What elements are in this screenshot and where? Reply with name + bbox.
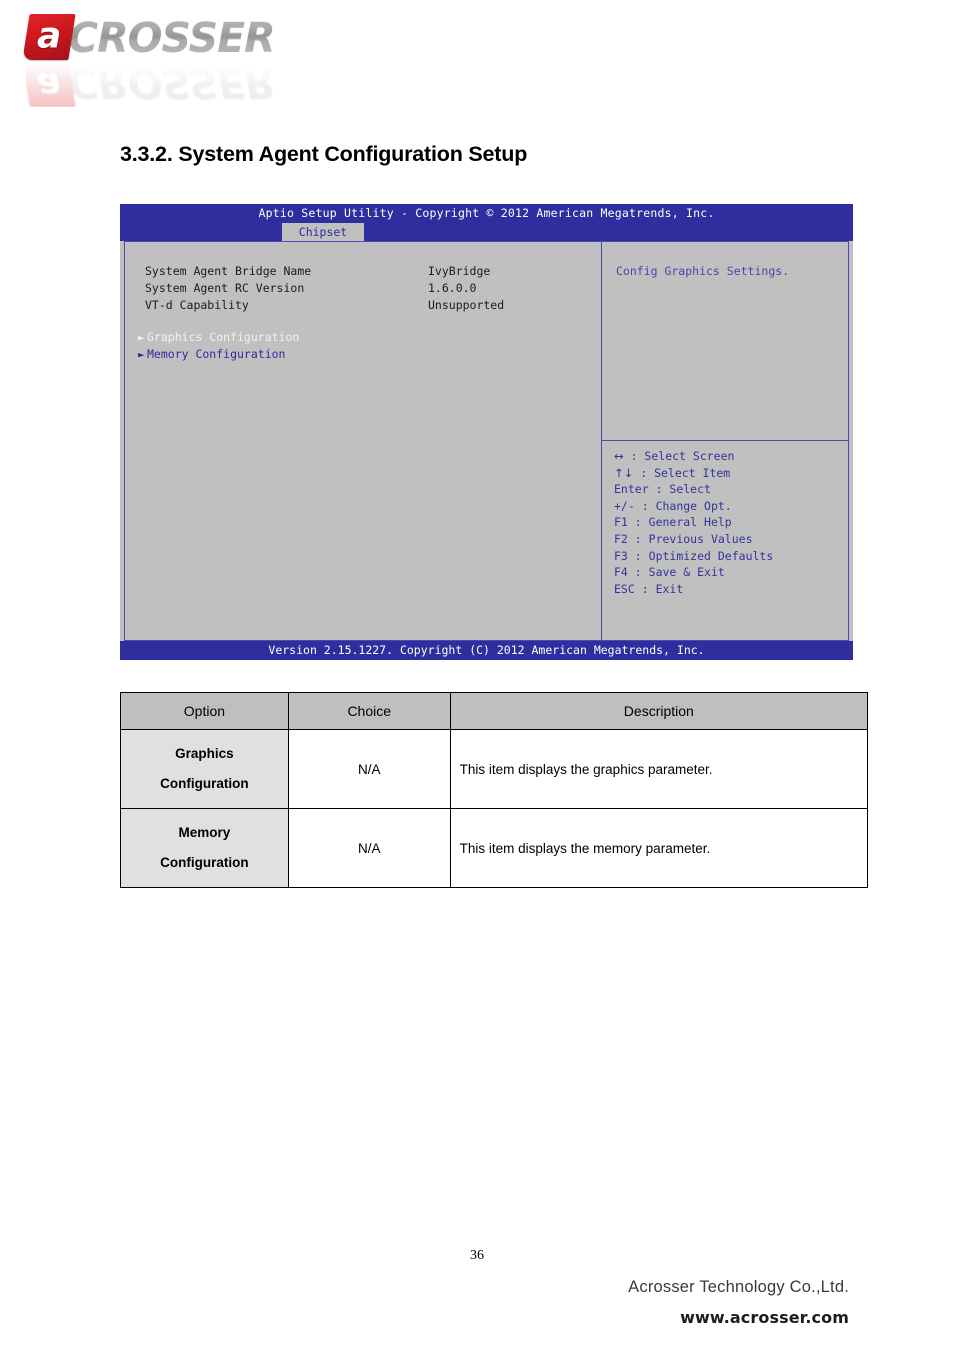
- key-hint-save-exit: F4 : Save & Exit: [614, 564, 773, 581]
- info-value: Unsupported: [428, 298, 505, 312]
- logo-reflection: a CROSSER: [22, 60, 275, 108]
- column-header-description: Description: [449, 692, 869, 730]
- key-action: : Save & Exit: [634, 565, 725, 580]
- key-hint-enter: Enter : Select: [614, 481, 773, 498]
- logo-a-mark: a: [22, 14, 76, 60]
- logo-a-letter-reflection: a: [36, 64, 62, 106]
- table-row: Memory Configuration N/A This item displ…: [120, 808, 869, 888]
- key-hint-previous-values: F2 : Previous Values: [614, 531, 773, 548]
- cell-description: This item displays the graphics paramete…: [449, 729, 869, 809]
- key-glyph: F2: [614, 531, 628, 546]
- bios-title-bar: Aptio Setup Utility - Copyright © 2012 A…: [120, 204, 853, 223]
- option-line-1: Graphics: [175, 746, 234, 761]
- menu-item-label: Graphics Configuration: [147, 330, 300, 344]
- key-action: : Select Item: [640, 465, 731, 480]
- key-hint-optimized-defaults: F3 : Optimized Defaults: [614, 548, 773, 565]
- menu-item-memory-configuration[interactable]: ► Memory Configuration: [138, 347, 285, 361]
- logo-a-letter: a: [36, 15, 62, 57]
- bios-version-bar: Version 2.15.1227. Copyright (C) 2012 Am…: [120, 641, 853, 660]
- cell-choice: N/A: [287, 729, 451, 809]
- option-line-2: Configuration: [160, 776, 249, 791]
- option-line-1: Memory: [178, 825, 231, 840]
- tab-chipset[interactable]: Chipset: [282, 223, 364, 241]
- info-row-bridge-name: System Agent Bridge Name IvyBridge: [145, 264, 490, 278]
- key-glyph: F1: [614, 515, 628, 530]
- table-row: Graphics Configuration N/A This item dis…: [120, 729, 869, 809]
- key-action: : Select: [655, 482, 711, 497]
- key-glyph: Enter: [614, 482, 649, 497]
- key-action: : Exit: [641, 581, 684, 596]
- key-glyph: ↑↓: [614, 465, 634, 480]
- logo-a-mark-reflection: a: [22, 61, 76, 107]
- company-logo: a CROSSER a CROSSER: [22, 13, 326, 108]
- bios-tab-bar: Chipset: [120, 223, 853, 241]
- help-divider: [602, 440, 848, 441]
- bios-help-pane: Config Graphics Settings. ↔ : Select Scr…: [602, 242, 848, 640]
- menu-item-label: Memory Configuration: [147, 347, 286, 361]
- keyboard-legend: ↔ : Select Screen ↑↓ : Select Item Enter…: [614, 448, 773, 597]
- key-hint-select-item: ↑↓ : Select Item: [614, 465, 773, 482]
- key-glyph: ESC: [614, 581, 635, 596]
- cell-choice: N/A: [287, 808, 451, 888]
- key-action: : General Help: [634, 515, 732, 530]
- key-hint-change-opt: +/- : Change Opt.: [614, 498, 773, 515]
- key-glyph: ↔: [614, 449, 624, 463]
- submenu-arrow-icon: ►: [138, 348, 145, 361]
- options-table: Option Choice Description Graphics Confi…: [120, 692, 869, 888]
- key-hint-general-help: F1 : General Help: [614, 514, 773, 531]
- info-row-rc-version: System Agent RC Version 1.6.0.0: [145, 281, 476, 295]
- info-label: System Agent Bridge Name: [145, 264, 312, 278]
- submenu-arrow-icon: ►: [138, 331, 145, 344]
- bios-body-panel: System Agent Bridge Name IvyBridge System…: [124, 241, 849, 641]
- table-header-row: Option Choice Description: [120, 692, 869, 730]
- help-description: Config Graphics Settings.: [616, 264, 790, 278]
- key-action: : Change Opt.: [641, 498, 732, 513]
- logo-main: a CROSSER: [22, 13, 276, 61]
- logo-wordmark: CROSSER: [68, 13, 276, 61]
- key-glyph: F4: [614, 565, 628, 580]
- key-action: : Select Screen: [630, 449, 735, 463]
- page-title: 3.3.2. System Agent Configuration Setup: [120, 142, 528, 166]
- column-header-choice: Choice: [287, 692, 451, 730]
- column-header-option: Option: [120, 692, 289, 730]
- logo-wordmark-reflection: CROSSER: [68, 60, 275, 108]
- cell-option: Memory Configuration: [120, 808, 289, 888]
- key-glyph: F3: [614, 548, 628, 563]
- info-row-vtd-capability: VT-d Capability Unsupported: [145, 298, 504, 312]
- info-value: IvyBridge: [428, 264, 491, 278]
- option-line-2: Configuration: [160, 855, 249, 870]
- cell-option: Graphics Configuration: [120, 729, 289, 809]
- bios-setup-screenshot: Aptio Setup Utility - Copyright © 2012 A…: [120, 204, 853, 660]
- page-number: 36: [470, 1248, 484, 1263]
- menu-item-graphics-configuration[interactable]: ► Graphics Configuration: [138, 330, 299, 344]
- info-label: VT-d Capability: [145, 298, 249, 312]
- footer-company-url: www.acrosser.com: [680, 1308, 849, 1327]
- info-value: 1.6.0.0: [428, 281, 477, 295]
- bios-left-pane: System Agent Bridge Name IvyBridge System…: [125, 242, 601, 640]
- footer-company-name: Acrosser Technology Co.,Ltd.: [628, 1278, 849, 1296]
- info-label: System Agent RC Version: [145, 281, 305, 295]
- key-glyph: +/-: [614, 498, 635, 513]
- key-hint-exit: ESC : Exit: [614, 581, 773, 598]
- key-hint-select-screen: ↔ : Select Screen: [614, 448, 773, 465]
- key-action: : Previous Values: [634, 531, 753, 546]
- key-action: : Optimized Defaults: [634, 548, 774, 563]
- cell-description: This item displays the memory parameter.: [449, 808, 869, 888]
